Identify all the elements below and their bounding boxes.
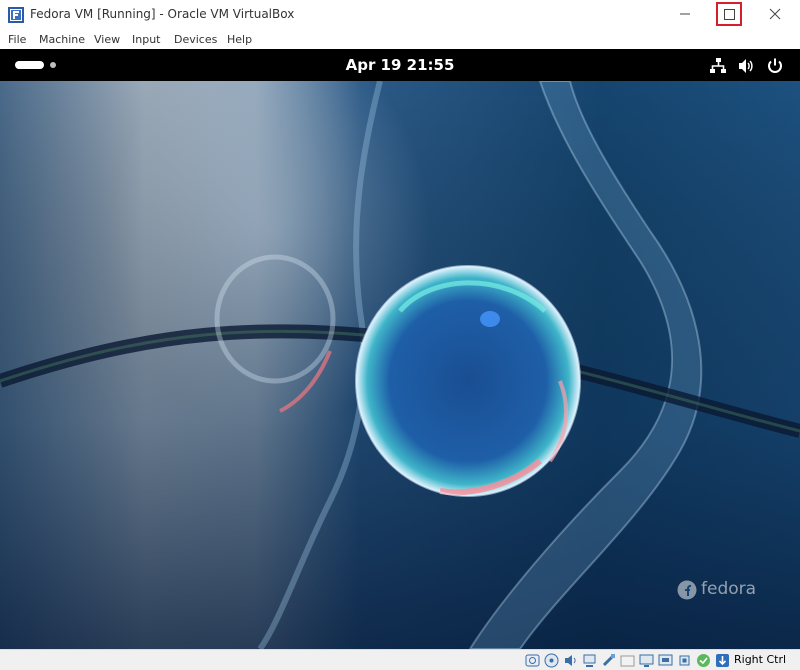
minimize-icon	[680, 13, 690, 15]
usb-icon[interactable]	[601, 653, 616, 668]
title-bar: Fedora VM [Running] - Oracle VM VirtualB…	[0, 0, 800, 30]
close-icon	[769, 8, 781, 20]
minimize-button[interactable]	[664, 0, 710, 30]
optical-drive-icon[interactable]	[544, 653, 559, 668]
virtualbox-app-icon	[8, 7, 24, 23]
hard-disk-icon[interactable]	[525, 653, 540, 668]
desktop-wallpaper	[0, 81, 800, 649]
network-wired-icon[interactable]	[709, 57, 727, 75]
menu-bar: File Machine View Input Devices Help	[0, 30, 800, 49]
maximize-highlight-box	[716, 2, 742, 26]
close-button[interactable]	[754, 0, 800, 30]
power-icon[interactable]	[766, 57, 784, 75]
window-title: Fedora VM [Running] - Oracle VM VirtualB…	[30, 7, 295, 21]
menu-machine[interactable]: Machine	[39, 33, 85, 46]
mouse-integration-icon[interactable]	[696, 653, 711, 668]
menu-devices[interactable]: Devices	[174, 33, 217, 46]
clock[interactable]: Apr 19 21:55	[0, 56, 800, 74]
vm-display[interactable]: Apr 19 21:55 fedora	[0, 49, 800, 649]
network-icon[interactable]	[582, 653, 597, 668]
shared-folders-icon[interactable]	[620, 653, 635, 668]
cpu-icon[interactable]	[677, 653, 692, 668]
menu-file[interactable]: File	[8, 33, 26, 46]
video-capture-icon[interactable]	[658, 653, 673, 668]
volume-icon[interactable]	[737, 57, 755, 75]
host-key-label: Right Ctrl	[734, 653, 787, 666]
gnome-top-bar: Apr 19 21:55	[0, 49, 800, 81]
audio-icon[interactable]	[563, 653, 578, 668]
keyboard-icon[interactable]	[715, 653, 730, 668]
menu-help[interactable]: Help	[227, 33, 252, 46]
fedora-infinity-icon	[677, 580, 697, 600]
display-icon[interactable]	[639, 653, 654, 668]
fedora-wordmark: fedora	[701, 579, 757, 599]
menu-input[interactable]: Input	[132, 33, 160, 46]
fedora-logo: fedora	[677, 578, 757, 602]
menu-view[interactable]: View	[94, 33, 120, 46]
status-bar: Right Ctrl	[0, 649, 800, 670]
